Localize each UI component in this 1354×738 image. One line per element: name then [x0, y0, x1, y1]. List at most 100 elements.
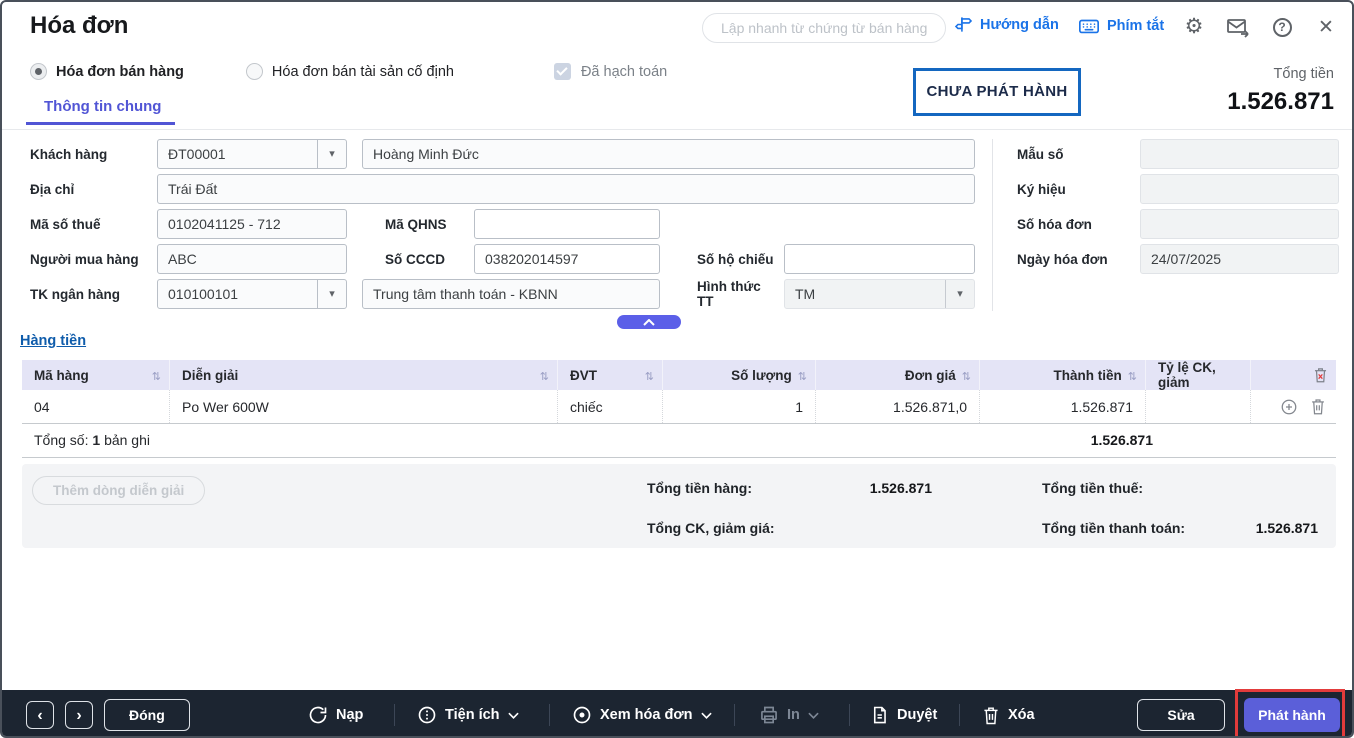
trash-icon [982, 706, 1000, 725]
sort-icon[interactable] [798, 368, 807, 383]
sort-icon[interactable] [152, 368, 161, 383]
col-header-quantity[interactable]: Số lượng [662, 360, 815, 390]
close-window-button[interactable] [1314, 15, 1338, 39]
tax-code-label: Mã số thuế [30, 217, 101, 232]
col-header-item-code[interactable]: Mã hàng [22, 360, 169, 390]
toolbar-divider [959, 704, 960, 726]
add-description-line-button[interactable]: Thêm dòng diễn giải [32, 476, 205, 505]
invoice-no-label: Số hóa đơn [1017, 217, 1092, 232]
cell-amount[interactable]: 1.526.871 [979, 390, 1145, 423]
tax-code-field[interactable]: 0102041125 - 712 [157, 209, 347, 239]
symbol-label: Ký hiệu [1017, 182, 1066, 197]
collapse-form-button[interactable] [617, 315, 681, 329]
customer-code-value: ĐT00001 [168, 146, 226, 162]
address-field[interactable]: Trái Đất [157, 174, 975, 204]
refresh-icon [308, 705, 328, 725]
close-icon [1318, 16, 1334, 39]
reload-button[interactable]: Nạp [308, 690, 363, 738]
approve-button[interactable]: Duyệt [870, 690, 937, 738]
guide-link[interactable]: Hướng dẫn [954, 15, 1059, 34]
bank-name-field[interactable]: Trung tâm thanh toán - KBNN [362, 279, 660, 309]
col-header-unit-price[interactable]: Đơn giá [815, 360, 979, 390]
printer-icon [759, 705, 779, 725]
passport-label: Số hộ chiếu [697, 252, 774, 267]
tax-total-label: Tổng tiền thuế: [1042, 480, 1143, 496]
payment-method-combo[interactable]: TM [784, 279, 975, 309]
signpost-icon [954, 15, 973, 34]
shortcuts-link[interactable]: Phím tắt [1078, 15, 1164, 37]
gear-icon: ⚙ [1185, 15, 1204, 39]
bank-account-combo[interactable]: 010100101 [157, 279, 347, 309]
prev-record-button[interactable]: ‹ [26, 701, 54, 729]
template-no-field[interactable] [1140, 139, 1339, 169]
mail-send-icon [1226, 15, 1250, 39]
col-header-unit[interactable]: ĐVT [557, 360, 662, 390]
radio-asset-invoice[interactable] [246, 63, 263, 80]
symbol-field[interactable] [1140, 174, 1339, 204]
delete-button[interactable]: Xóa [982, 690, 1035, 738]
buyer-field[interactable]: ABC [157, 244, 347, 274]
chevron-right-icon: › [76, 707, 81, 724]
col-header-discount[interactable]: Tỷ lệ CK, giảm [1145, 360, 1250, 390]
feedback-button[interactable] [1226, 15, 1250, 39]
col-header-actions[interactable] [1250, 360, 1336, 390]
chevron-down-icon[interactable] [317, 280, 346, 308]
next-record-button[interactable]: › [65, 701, 93, 729]
radio-sale-label: Hóa đơn bán hàng [56, 64, 184, 80]
close-button[interactable]: Đóng [104, 699, 190, 731]
invoice-no-field[interactable] [1140, 209, 1339, 239]
cell-unit-price[interactable]: 1.526.871,0 [815, 390, 979, 423]
publish-button[interactable]: Phát hành [1244, 698, 1340, 732]
cell-quantity[interactable]: 1 [662, 390, 815, 423]
passport-field[interactable] [784, 244, 975, 274]
page-title: Hóa đơn [30, 12, 128, 40]
col-header-amount[interactable]: Thành tiền [979, 360, 1145, 390]
edit-button[interactable]: Sửa [1137, 699, 1225, 731]
discount-total-label: Tổng CK, giảm giá: [647, 520, 775, 536]
detail-section-link[interactable]: Hàng tiền [20, 333, 86, 349]
sort-icon[interactable] [962, 368, 971, 383]
cell-description[interactable]: Po Wer 600W [169, 390, 557, 423]
cell-unit[interactable]: chiếc [557, 390, 662, 423]
status-badge: CHƯA PHÁT HÀNH [913, 68, 1081, 116]
chevron-down-icon[interactable] [317, 140, 346, 168]
cell-discount[interactable] [1145, 390, 1250, 423]
posted-checkbox[interactable] [554, 63, 571, 80]
tab-underline [26, 122, 175, 125]
chevron-down-icon [701, 712, 712, 719]
qhns-field[interactable] [474, 209, 660, 239]
customer-name-field[interactable]: Hoàng Minh Đức [362, 139, 975, 169]
delete-row-icon[interactable] [1310, 398, 1326, 415]
radio-asset-label: Hóa đơn bán tài sản cố định [272, 64, 454, 80]
toolbar-divider [849, 704, 850, 726]
chevron-down-icon[interactable] [945, 280, 974, 308]
tab-general-info[interactable]: Thông tin chung [44, 98, 161, 115]
utilities-menu[interactable]: Tiện ích [417, 690, 519, 738]
table-footer-row: Tổng số: 1 bản ghi 1.526.871 [22, 424, 1336, 458]
form-vertical-divider [992, 139, 993, 311]
invoice-type-options: Hóa đơn bán hàng Hóa đơn bán tài sản cố … [30, 63, 667, 80]
quick-create-button[interactable]: Lập nhanh từ chứng từ bán hàng [702, 13, 946, 43]
delete-all-rows-icon[interactable] [1313, 367, 1328, 383]
sort-icon[interactable] [645, 368, 654, 383]
header-divider [2, 129, 1352, 130]
col-header-description[interactable]: Diễn giải [169, 360, 557, 390]
radio-sale-invoice[interactable] [30, 63, 47, 80]
chevron-down-icon [808, 712, 819, 719]
cccd-field[interactable]: 038202014597 [474, 244, 660, 274]
help-icon [1273, 18, 1292, 37]
sort-icon[interactable] [1128, 368, 1137, 383]
add-row-icon[interactable] [1280, 398, 1298, 416]
cell-item-code[interactable]: 04 [22, 390, 169, 423]
qhns-label: Mã QHNS [385, 217, 447, 232]
view-invoice-menu[interactable]: Xem hóa đơn [572, 690, 712, 738]
sort-icon[interactable] [540, 368, 549, 383]
detail-table: Mã hàng Diễn giải ĐVT Số lượng Đơn giá T… [22, 360, 1336, 458]
print-menu[interactable]: In [759, 690, 819, 738]
customer-code-combo[interactable]: ĐT00001 [157, 139, 347, 169]
invoice-date-field[interactable]: 24/07/2025 [1140, 244, 1339, 274]
table-row[interactable]: 04 Po Wer 600W chiếc 1 1.526.871,0 1.526… [22, 390, 1336, 424]
help-button[interactable] [1270, 15, 1294, 39]
settings-button[interactable]: ⚙ [1182, 15, 1206, 39]
total-amount-label: Tổng tiền [1274, 66, 1334, 82]
